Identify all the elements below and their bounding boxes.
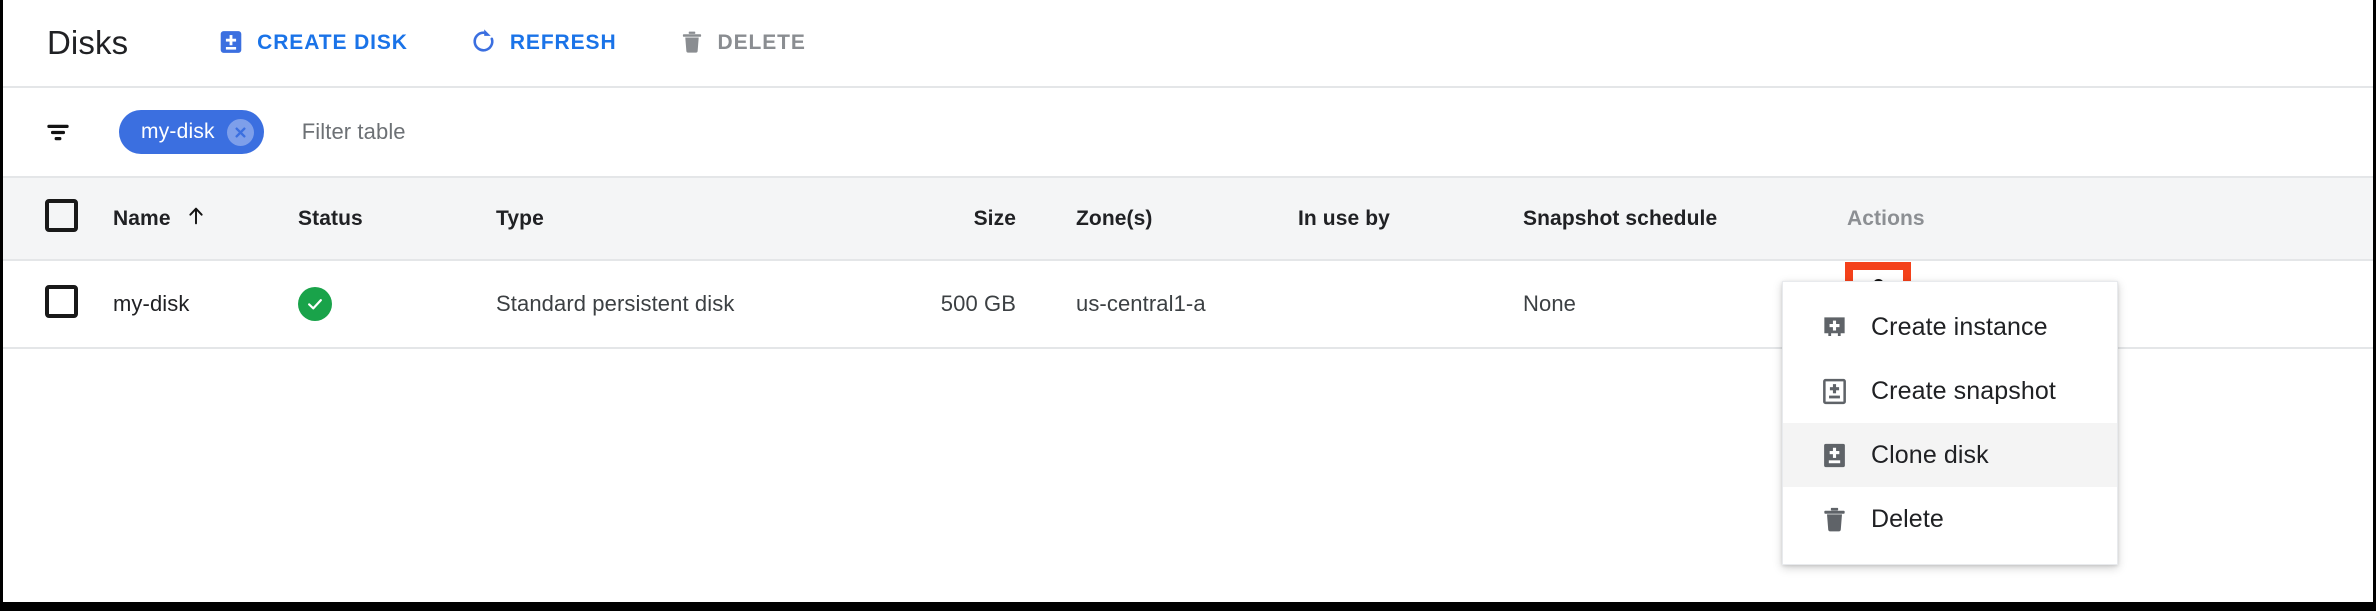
column-header-size[interactable]: Size — [868, 178, 1058, 261]
table-header: Name Status Type Size Zone(s) In use by … — [3, 178, 2373, 261]
close-circle-icon[interactable] — [226, 118, 254, 146]
select-all-header — [3, 178, 113, 261]
trash-icon — [679, 29, 705, 58]
disks-page: Disks CREATE DISK REFRESH DELETE my-disk… — [0, 0, 2376, 611]
column-header-zone[interactable]: Zone(s) — [1058, 178, 1278, 261]
filter-input[interactable]: Filter table — [302, 119, 406, 145]
menu-item-clone-disk-label: Clone disk — [1871, 440, 1989, 469]
column-header-type-label: Type — [496, 206, 544, 230]
column-header-zone-label: Zone(s) — [1076, 206, 1153, 230]
row-select-cell — [3, 260, 113, 349]
menu-item-create-snapshot-label: Create snapshot — [1871, 376, 2056, 405]
delete-label: DELETE — [717, 31, 806, 54]
refresh-button[interactable]: REFRESH — [452, 18, 635, 68]
cell-in-use-by — [1278, 260, 1503, 349]
cell-size: 500 GB — [868, 260, 1058, 349]
create-disk-icon — [218, 29, 244, 58]
page-title: Disks — [47, 24, 129, 61]
column-header-name-label: Name — [113, 206, 171, 230]
cell-type: Standard persistent disk — [488, 260, 868, 349]
trash-icon — [1819, 504, 1849, 534]
column-header-snapshot-schedule-label: Snapshot schedule — [1523, 206, 1718, 230]
select-all-checkbox[interactable] — [45, 199, 78, 232]
cell-status — [298, 260, 488, 349]
disk-add-icon — [1819, 440, 1849, 470]
column-header-status-label: Status — [298, 206, 363, 230]
menu-item-create-snapshot[interactable]: Create snapshot — [1783, 359, 2117, 423]
menu-item-create-instance-label: Create instance — [1871, 312, 2048, 341]
menu-item-clone-disk[interactable]: Clone disk — [1783, 423, 2117, 487]
cell-zone: us-central1-a — [1058, 260, 1278, 349]
column-header-snapshot-schedule[interactable]: Snapshot schedule — [1503, 178, 1833, 261]
filter-bar: my-disk Filter table — [3, 88, 2373, 178]
column-header-actions: Actions — [1833, 178, 2373, 261]
page-toolbar: Disks CREATE DISK REFRESH DELETE — [3, 0, 2373, 88]
row-actions-menu: Create instance Create snapshot Clone di… — [1782, 281, 2118, 565]
menu-item-delete[interactable]: Delete — [1783, 487, 2117, 551]
column-header-size-label: Size — [973, 206, 1016, 230]
column-header-name[interactable]: Name — [113, 178, 298, 261]
filter-chip-label: my-disk — [141, 120, 215, 143]
vm-instance-add-icon — [1819, 312, 1849, 342]
column-header-in-use-by-label: In use by — [1298, 206, 1390, 230]
create-disk-button[interactable]: CREATE DISK — [200, 19, 426, 68]
refresh-label: REFRESH — [509, 31, 617, 54]
filter-chip-my-disk[interactable]: my-disk — [119, 110, 264, 154]
filter-list-icon[interactable] — [43, 117, 73, 147]
table-header-row: Name Status Type Size Zone(s) In use by … — [3, 178, 2373, 261]
column-header-in-use-by[interactable]: In use by — [1278, 178, 1503, 261]
create-disk-label: CREATE DISK — [257, 31, 408, 54]
refresh-icon — [470, 28, 497, 58]
column-header-actions-label: Actions — [1847, 206, 1925, 230]
menu-item-create-instance[interactable]: Create instance — [1783, 295, 2117, 359]
arrow-up-icon — [185, 205, 207, 233]
delete-button[interactable]: DELETE — [661, 19, 824, 68]
row-checkbox[interactable] — [45, 284, 78, 318]
column-header-type[interactable]: Type — [488, 178, 868, 261]
check-circle-icon — [298, 287, 332, 321]
cell-name[interactable]: my-disk — [113, 260, 298, 349]
column-header-status[interactable]: Status — [298, 178, 488, 261]
snapshot-add-icon — [1819, 376, 1849, 406]
menu-item-delete-label: Delete — [1871, 504, 1944, 533]
